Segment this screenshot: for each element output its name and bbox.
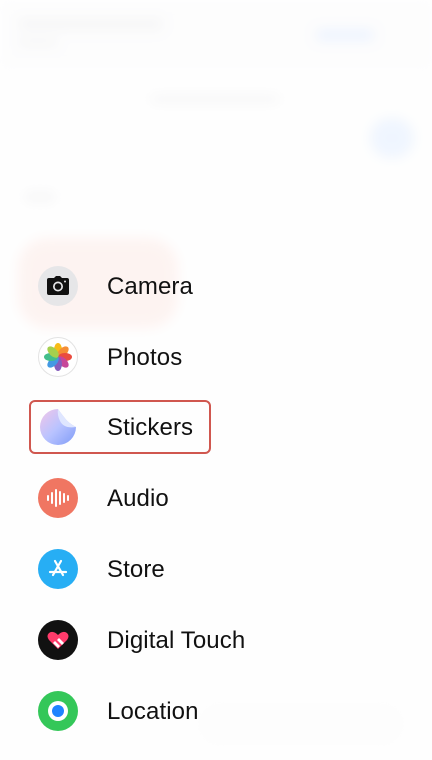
digital-touch-icon bbox=[38, 620, 78, 660]
app-store-icon bbox=[38, 549, 78, 589]
menu-item-label: Digital Touch bbox=[107, 627, 246, 654]
photos-icon bbox=[38, 337, 78, 377]
camera-icon bbox=[38, 266, 78, 306]
menu-item-store[interactable]: Store bbox=[0, 542, 432, 598]
menu-item-label: Photos bbox=[107, 344, 183, 371]
menu-item-location[interactable]: Location bbox=[0, 684, 432, 740]
menu-item-photos[interactable]: Photos bbox=[0, 330, 432, 386]
menu-item-label: Camera bbox=[107, 273, 193, 300]
menu-item-label: Store bbox=[107, 556, 165, 583]
menu-item-audio[interactable]: Audio bbox=[0, 471, 432, 527]
menu-item-label: Audio bbox=[107, 485, 169, 512]
menu-item-camera[interactable]: Camera bbox=[0, 259, 432, 315]
stickers-highlight-outline bbox=[29, 400, 211, 454]
audio-waveform-icon bbox=[38, 478, 78, 518]
location-icon bbox=[38, 691, 78, 731]
menu-item-label: Location bbox=[107, 698, 199, 725]
menu-item-digital-touch[interactable]: Digital Touch bbox=[0, 613, 432, 669]
